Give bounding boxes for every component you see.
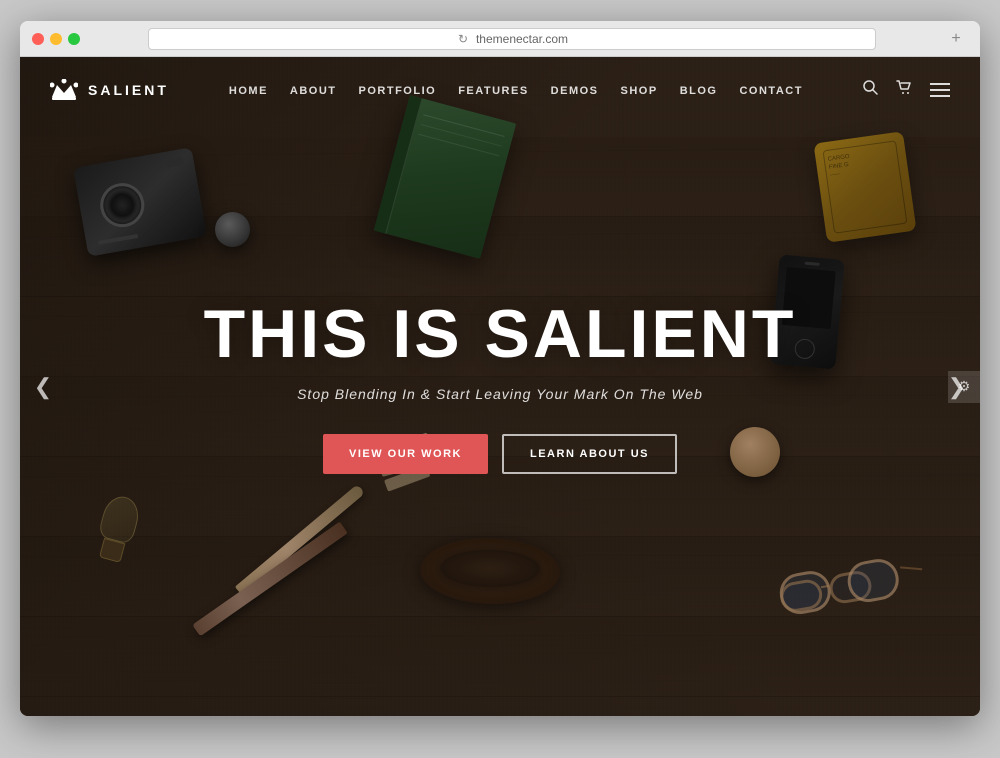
learn-about-button[interactable]: LEARN ABOUT US bbox=[502, 434, 677, 474]
cart-icon[interactable] bbox=[896, 80, 912, 100]
nav-item-home[interactable]: HOME bbox=[229, 81, 268, 99]
camera-item bbox=[73, 147, 207, 256]
settings-button[interactable]: ⚙ bbox=[948, 371, 980, 403]
url-text: themenectar.com bbox=[476, 32, 568, 46]
nav-item-portfolio[interactable]: PORTFOLIO bbox=[359, 81, 437, 99]
close-button[interactable] bbox=[32, 33, 44, 45]
nav-actions bbox=[863, 80, 950, 100]
hamburger-line-2 bbox=[930, 89, 950, 91]
crown-icon bbox=[50, 79, 78, 101]
nav-item-features[interactable]: FEATURES bbox=[458, 81, 528, 99]
nav-item-contact[interactable]: CONTACT bbox=[739, 81, 802, 99]
new-tab-button[interactable]: + bbox=[944, 27, 968, 51]
logo-text: SALIENT bbox=[88, 82, 169, 98]
website-hero: CARGOFINE G----- bbox=[20, 57, 980, 716]
browser-titlebar: ↻ themenectar.com + bbox=[20, 21, 980, 57]
nav-item-about[interactable]: ABOUT bbox=[290, 81, 337, 99]
address-bar[interactable]: ↻ themenectar.com bbox=[148, 28, 876, 50]
nav-menu: HOME ABOUT PORTFOLIO FEATURES DEMOS SHOP… bbox=[169, 81, 863, 99]
nav-item-blog[interactable]: BLOG bbox=[680, 81, 718, 99]
refresh-icon[interactable]: ↻ bbox=[456, 32, 470, 46]
nav: SALIENT HOME ABOUT PORTFOLIO FEATURES DE… bbox=[20, 57, 980, 122]
orb-item bbox=[215, 212, 250, 247]
hero-title: THIS IS SALIENT bbox=[150, 300, 850, 368]
hamburger-line-3 bbox=[930, 95, 950, 97]
cork-item: CARGOFINE G----- bbox=[813, 131, 916, 243]
hero-subtitle: Stop Blending In & Start Leaving Your Ma… bbox=[150, 386, 850, 402]
nav-item-demos[interactable]: DEMOS bbox=[551, 81, 599, 99]
traffic-lights bbox=[32, 33, 80, 45]
hamburger-menu[interactable] bbox=[930, 83, 950, 97]
glasses-item bbox=[777, 556, 904, 626]
nav-item-shop[interactable]: SHOP bbox=[621, 81, 658, 99]
browser-window: ↻ themenectar.com + bbox=[20, 21, 980, 716]
lightbulb-item bbox=[92, 493, 143, 565]
hero-buttons: VIEW OUR WORK LEARN ABOUT US bbox=[150, 434, 850, 474]
logo[interactable]: SALIENT bbox=[50, 79, 169, 101]
search-icon[interactable] bbox=[863, 80, 878, 100]
minimize-button[interactable] bbox=[50, 33, 62, 45]
hamburger-line-1 bbox=[930, 83, 950, 85]
prev-slide-button[interactable]: ❮ bbox=[28, 362, 58, 412]
pen-item bbox=[235, 484, 365, 596]
maximize-button[interactable] bbox=[68, 33, 80, 45]
view-work-button[interactable]: VIEW OUR WORK bbox=[323, 434, 488, 474]
tool-item bbox=[192, 522, 347, 637]
hero-content: THIS IS SALIENT Stop Blending In & Start… bbox=[150, 300, 850, 474]
